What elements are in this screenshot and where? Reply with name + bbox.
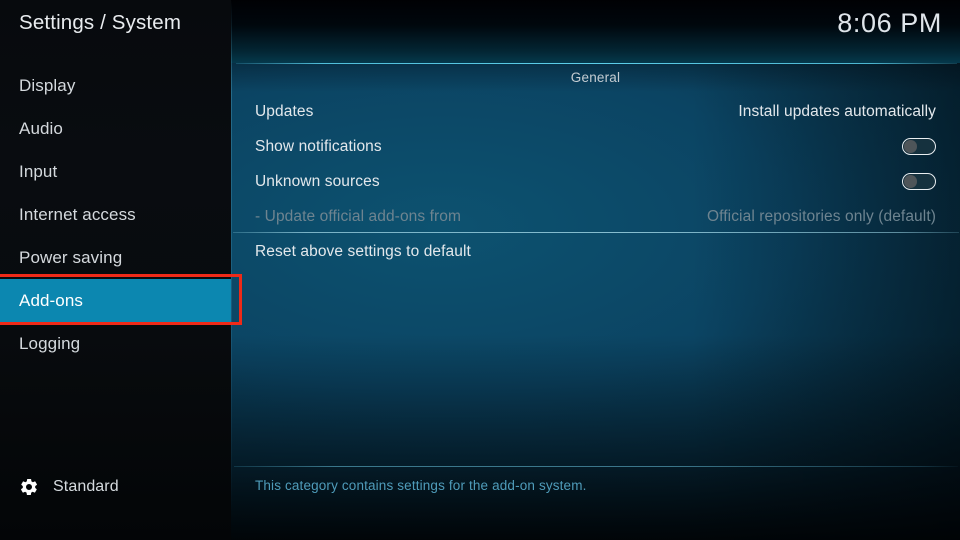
setting-label: - Update official add-ons from xyxy=(255,207,462,225)
setting-row-updates[interactable]: Updates Install updates automatically xyxy=(231,94,960,129)
sidebar-item-label: Logging xyxy=(19,333,81,353)
kodi-settings-window: General Updates Install updates automati… xyxy=(0,0,960,540)
sidebar-item-label: Display xyxy=(19,75,76,95)
unknown-sources-toggle[interactable] xyxy=(902,173,936,190)
clock: 8:06 PM xyxy=(837,8,942,38)
setting-row-unknown-sources[interactable]: Unknown sources xyxy=(231,164,960,199)
sidebar-item-display[interactable]: Display xyxy=(0,64,231,107)
toggle-knob xyxy=(904,140,917,153)
sidebar-item-logging[interactable]: Logging xyxy=(0,322,231,365)
category-description: This category contains settings for the … xyxy=(255,478,587,493)
gear-icon xyxy=(19,477,39,497)
sidebar-item-internet-access[interactable]: Internet access xyxy=(0,193,231,236)
settings-sidebar: Settings / System Display Audio Input In… xyxy=(0,0,231,540)
setting-label: Unknown sources xyxy=(255,172,380,190)
settings-level-label: Standard xyxy=(53,478,119,495)
sidebar-item-input[interactable]: Input xyxy=(0,150,231,193)
setting-row-update-official-addons-from: - Update official add-ons from Official … xyxy=(231,199,960,234)
sidebar-item-label: Input xyxy=(19,161,58,181)
setting-value: Install updates automatically xyxy=(738,102,936,120)
page-title: Settings / System xyxy=(19,11,182,34)
settings-content-panel: General Updates Install updates automati… xyxy=(231,0,960,540)
settings-rows-list: Updates Install updates automatically Sh… xyxy=(231,94,960,270)
description-divider xyxy=(234,466,958,467)
sidebar-nav-list: Display Audio Input Internet access Powe… xyxy=(0,64,231,365)
settings-level-selector[interactable]: Standard xyxy=(19,477,119,497)
sidebar-item-label: Add-ons xyxy=(19,290,84,310)
setting-label: Reset above settings to default xyxy=(255,243,471,260)
sidebar-item-audio[interactable]: Audio xyxy=(0,107,231,150)
panel-top-divider xyxy=(236,63,957,64)
show-notifications-toggle[interactable] xyxy=(902,138,936,155)
setting-value: Official repositories only (default) xyxy=(706,207,936,225)
sidebar-item-label: Power saving xyxy=(19,247,123,267)
setting-label: Updates xyxy=(255,102,314,120)
settings-group-divider xyxy=(233,232,959,233)
sidebar-item-power-saving[interactable]: Power saving xyxy=(0,236,231,279)
sidebar-item-label: Audio xyxy=(19,118,63,138)
setting-row-reset-to-default[interactable]: Reset above settings to default xyxy=(231,234,960,270)
sidebar-item-label: Internet access xyxy=(19,204,136,224)
setting-label: Show notifications xyxy=(255,137,382,155)
setting-row-show-notifications[interactable]: Show notifications xyxy=(231,129,960,164)
sidebar-item-add-ons[interactable]: Add-ons xyxy=(0,279,231,322)
toggle-knob xyxy=(904,175,917,188)
section-header-general: General xyxy=(570,70,621,85)
